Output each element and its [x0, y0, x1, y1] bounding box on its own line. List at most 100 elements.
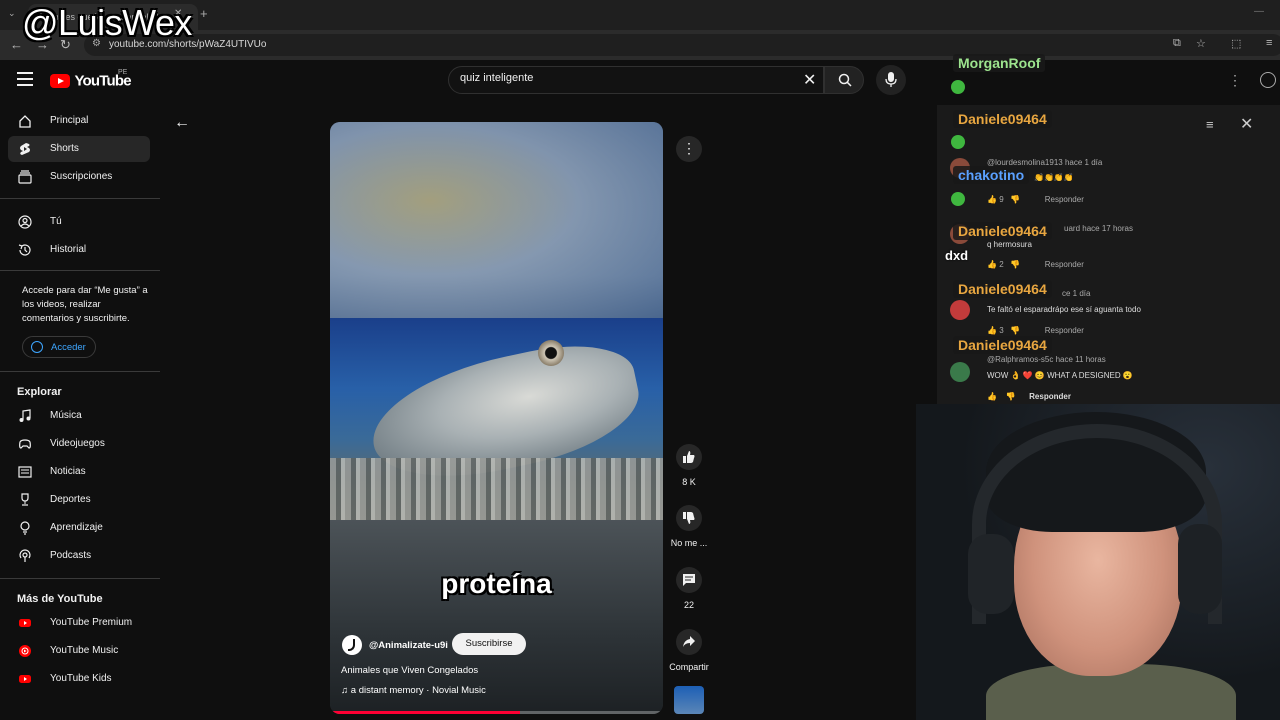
chat-username: MorganRoof — [953, 54, 1046, 72]
explore-heading: Explorar — [17, 386, 62, 398]
comment-count: 22 — [683, 600, 694, 610]
headset-earcup-left — [968, 534, 1014, 614]
signin-label: Acceder — [51, 342, 86, 353]
guide-menu-icon[interactable] — [17, 72, 33, 90]
channel-avatar[interactable] — [342, 635, 362, 655]
podcast-icon — [19, 549, 31, 562]
chat-badge-icon — [951, 192, 965, 206]
thumb-down-icon — [683, 512, 695, 524]
sidebar-item-deportes[interactable]: Deportes — [8, 487, 150, 513]
seabed-rocks — [330, 458, 663, 520]
clear-search-icon[interactable]: ✕ — [803, 70, 816, 90]
sidebar-item-noticias[interactable]: Noticias — [8, 459, 150, 485]
comment-actions[interactable]: 👍 👎 Responder — [987, 392, 1071, 401]
more-vertical-icon: ⋮ — [682, 140, 696, 156]
tab-list-icon[interactable]: ⌄ — [8, 8, 16, 19]
video-blur-background — [330, 122, 663, 318]
video-progress-bar[interactable] — [330, 711, 663, 714]
chat-username: Daniele09464 — [953, 222, 1052, 240]
sidebar-divider — [0, 270, 160, 271]
chat-username: chakotino — [953, 166, 1030, 184]
sidebar-item-label: Videojuegos — [50, 438, 105, 449]
search-button[interactable] — [824, 66, 864, 94]
lightbulb-icon — [20, 521, 30, 535]
sidebar-item-youtube-music[interactable]: YouTube Music — [8, 638, 150, 664]
shorts-player[interactable]: proteína @Animalizate-u9i Suscribirse An… — [330, 122, 663, 714]
window-minimize-icon[interactable]: — — [1254, 6, 1264, 17]
sidebar-item-historial[interactable]: Historial — [8, 237, 150, 263]
comment-actions[interactable]: 👍 9 👎 Responder — [987, 195, 1084, 204]
sidebar-item-tu[interactable]: Tú — [8, 209, 150, 235]
sidebar-item-label: YouTube Music — [50, 645, 119, 656]
youtube-logo[interactable]: YouTube PE — [50, 69, 132, 90]
account-icon — [31, 341, 43, 353]
comment-actions[interactable]: 👍 2 👎 Responder — [987, 260, 1084, 269]
video-music[interactable]: ♫ a distant memory · Novial Music — [341, 685, 486, 696]
dislike-button[interactable]: No me ... — [666, 505, 712, 548]
home-icon — [19, 115, 31, 128]
sort-icon[interactable]: ≡ — [1206, 117, 1214, 132]
youtube-play-icon — [50, 73, 70, 88]
video-title[interactable]: Animales que Viven Congelados — [341, 665, 478, 676]
sidebar-item-shorts[interactable]: Shorts — [8, 136, 150, 162]
sidebar-item-videojuegos[interactable]: Videojuegos — [8, 431, 150, 457]
signin-button[interactable]: Acceder — [22, 336, 96, 358]
comment-author[interactable]: @Ralphramos-s5c hace 11 horas — [987, 355, 1106, 364]
extensions-icon[interactable]: ⬚ — [1231, 37, 1241, 50]
chat-username: Daniele09464 — [953, 110, 1052, 128]
music-note-icon: ♫ — [341, 685, 351, 696]
bookmark-star-icon[interactable]: ☆ — [1196, 37, 1206, 50]
comment-avatar[interactable] — [950, 300, 970, 320]
comment-text: 👏👏👏👏 — [1034, 173, 1074, 182]
comment-text: q hermosura — [987, 240, 1032, 249]
share-icon — [683, 636, 695, 647]
youtube-kids-icon — [19, 675, 31, 683]
sidebar-item-label: Tú — [50, 216, 62, 227]
comment-author[interactable]: uard hace 17 horas — [1064, 224, 1133, 233]
back-arrow-icon[interactable]: ← — [174, 114, 190, 132]
share-button[interactable]: Compartir — [666, 629, 712, 672]
video-progress-fill — [330, 711, 520, 714]
video-frame — [330, 318, 663, 520]
region-code: PE — [118, 69, 128, 76]
subscribe-button[interactable]: Suscribirse — [452, 633, 526, 655]
comment-text: Te faltó el esparadrápo ese sí aguanta t… — [987, 305, 1141, 314]
comments-button[interactable]: 22 — [666, 567, 712, 610]
sidebar-item-youtube-kids[interactable]: YouTube Kids — [8, 666, 150, 692]
sidebar-divider — [0, 198, 160, 199]
comment-actions[interactable]: 👍 3 👎 Responder — [987, 326, 1084, 335]
search-input[interactable]: quiz inteligente — [460, 72, 533, 84]
trophy-icon — [21, 493, 29, 506]
sound-thumbnail[interactable] — [674, 686, 704, 714]
youtube-music-icon — [19, 645, 31, 657]
gaming-icon — [19, 439, 31, 449]
sidebar-item-podcasts[interactable]: Podcasts — [8, 543, 150, 569]
fish-eye — [538, 340, 564, 366]
install-icon[interactable]: ⧉ — [1173, 37, 1181, 50]
new-tab-icon[interactable]: + — [200, 6, 208, 21]
account-icon[interactable] — [1260, 72, 1276, 88]
sidebar-item-suscripciones[interactable]: Suscripciones — [8, 164, 150, 190]
close-icon[interactable]: ✕ — [1240, 114, 1253, 134]
sidebar-item-aprendizaje[interactable]: Aprendizaje — [8, 515, 150, 541]
sidebar-item-youtube-premium[interactable]: YouTube Premium — [8, 610, 150, 636]
chat-username: Daniele09464 — [953, 336, 1052, 354]
headset-earcup-right — [1178, 524, 1222, 614]
like-button[interactable]: 8 K — [666, 444, 712, 487]
chat-badge-icon — [951, 80, 965, 94]
more-options-button[interactable]: ⋮ — [676, 136, 702, 162]
comment-author[interactable]: ce 1 día — [1062, 289, 1090, 298]
share-label: Compartir — [669, 662, 709, 672]
sidebar-item-musica[interactable]: Música — [8, 403, 150, 429]
sidebar-item-principal[interactable]: Principal — [8, 108, 150, 134]
sidebar-item-label: YouTube Kids — [50, 673, 112, 684]
sidebar-item-label: Deportes — [50, 494, 91, 505]
chat-message: dxd — [945, 248, 969, 263]
comment-avatar[interactable] — [950, 362, 970, 382]
sidebar-divider — [0, 578, 160, 579]
channel-name[interactable]: @Animalizate-u9i — [369, 640, 448, 651]
voice-search-button[interactable] — [876, 65, 906, 95]
menu-icon[interactable]: ≡ — [1266, 37, 1272, 49]
news-icon — [18, 466, 32, 478]
settings-more-icon[interactable]: ⋮ — [1228, 72, 1242, 89]
